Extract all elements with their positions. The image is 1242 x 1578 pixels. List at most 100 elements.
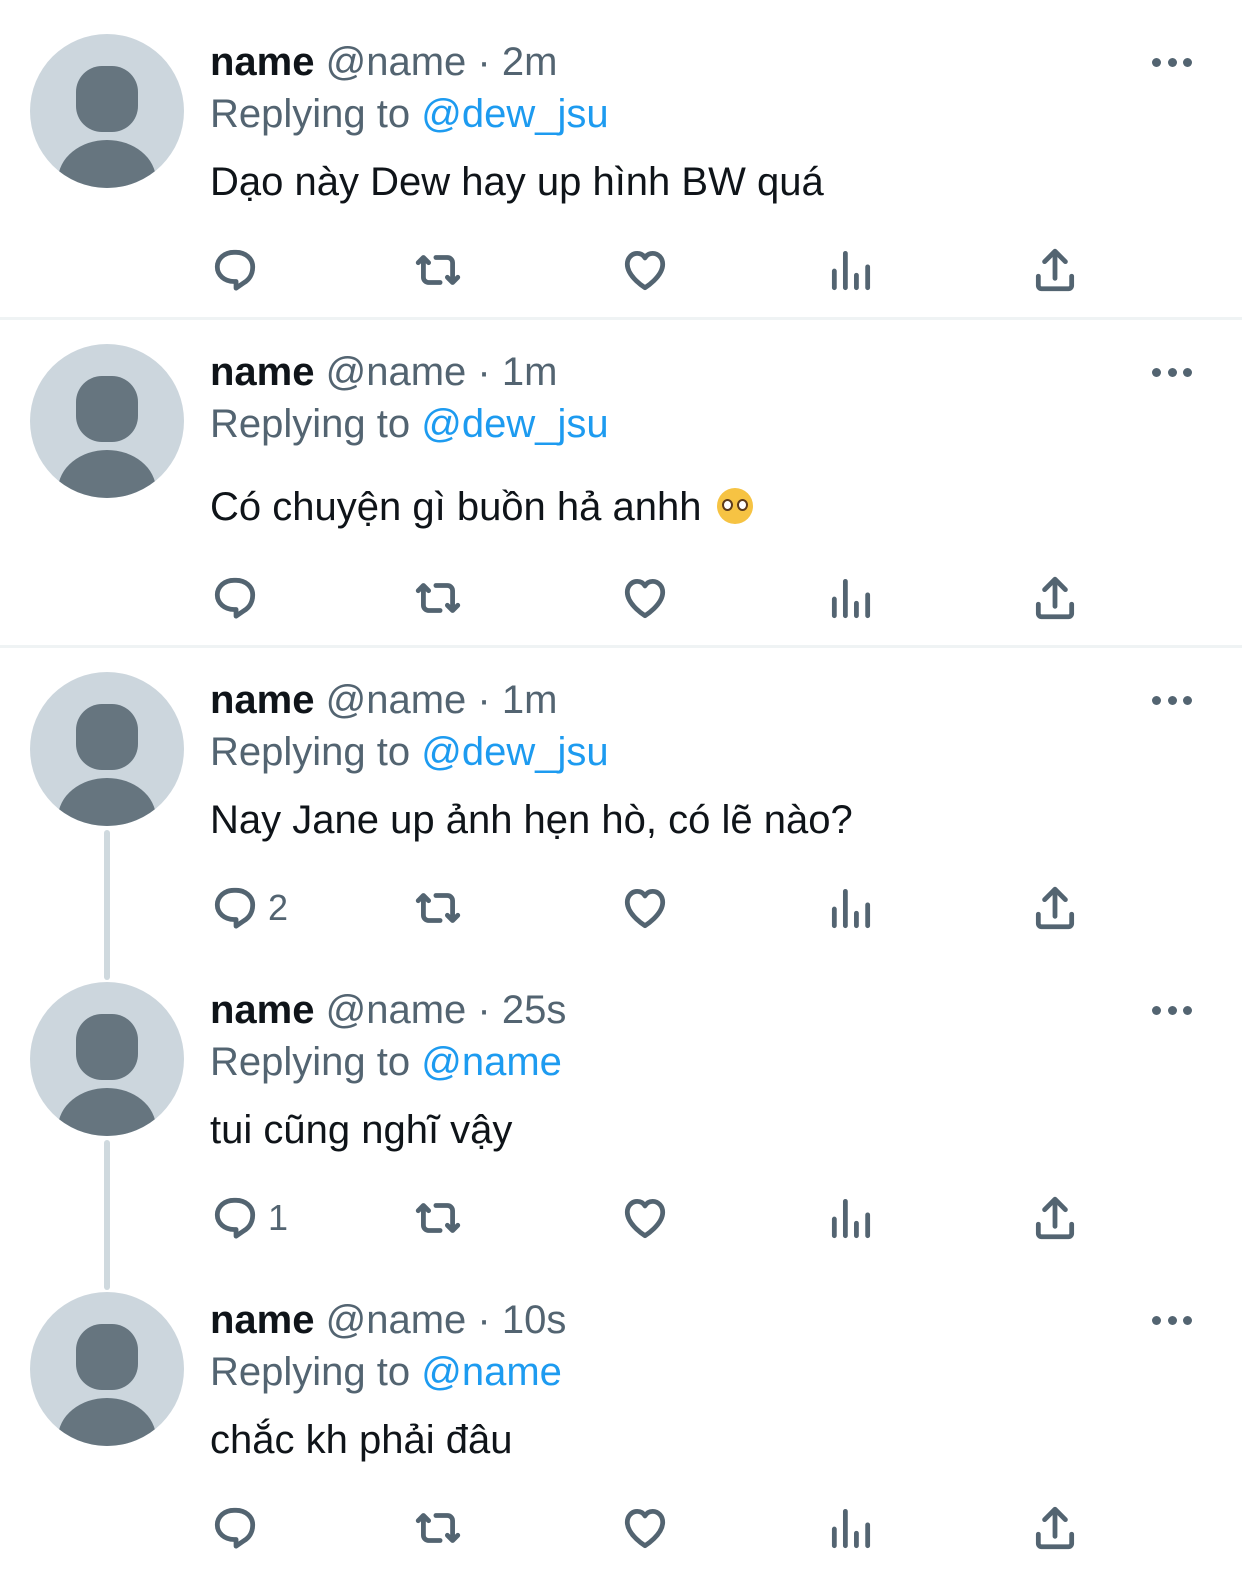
avatar[interactable]	[30, 1292, 184, 1446]
action-bar	[0, 242, 1242, 298]
avatar[interactable]	[30, 34, 184, 188]
reply-button[interactable]	[210, 1500, 268, 1556]
share-icon	[1035, 1506, 1075, 1550]
user-handle[interactable]: @name	[326, 678, 467, 722]
action-bar	[0, 570, 1242, 626]
reply-icon	[214, 577, 256, 619]
tweet-header: name @name · 25s	[210, 986, 566, 1034]
share-button[interactable]	[1030, 1500, 1080, 1556]
display-name[interactable]: name	[210, 1298, 315, 1342]
avatar[interactable]	[30, 672, 184, 826]
separator-dot: ·	[477, 40, 491, 84]
like-button[interactable]	[620, 570, 670, 626]
divider	[0, 317, 1242, 320]
timestamp[interactable]: 10s	[502, 1298, 567, 1342]
views-button[interactable]	[826, 880, 876, 936]
divider	[0, 645, 1242, 648]
tweet-header: name @name · 1m	[210, 676, 557, 724]
share-button[interactable]	[1030, 570, 1080, 626]
reply-button[interactable]	[210, 570, 268, 626]
timestamp[interactable]: 25s	[502, 988, 567, 1032]
more-icon[interactable]	[1152, 1308, 1192, 1332]
replying-to-label: Replying to	[210, 402, 411, 446]
separator-dot: ·	[477, 988, 491, 1032]
reply-count: 2	[268, 887, 289, 928]
heart-icon	[624, 1508, 666, 1549]
like-button[interactable]	[620, 1500, 670, 1556]
replying-to: Replying to @dew_jsu	[210, 400, 609, 448]
retweet-button[interactable]	[413, 1190, 463, 1246]
mention-link[interactable]: @dew_jsu	[421, 402, 608, 446]
reply-button[interactable]: 2	[210, 880, 288, 936]
replying-to: Replying to @name	[210, 1348, 562, 1396]
tweet-text: Có chuyện gì buồn hả anhh	[210, 483, 753, 531]
timestamp[interactable]: 1m	[502, 678, 558, 722]
retweet-button[interactable]	[413, 570, 463, 626]
tweet-text: tui cũng nghĩ vậy	[210, 1108, 513, 1152]
reply-icon	[214, 1507, 256, 1549]
tweet-text: Nay Jane up ảnh hẹn hò, có lẽ nào?	[210, 798, 853, 842]
views-button[interactable]	[826, 570, 876, 626]
like-button[interactable]	[620, 1190, 670, 1246]
retweet-icon	[415, 1513, 461, 1543]
pleading-face-emoji	[716, 488, 753, 524]
retweet-button[interactable]	[413, 1500, 463, 1556]
analytics-icon	[831, 1198, 871, 1239]
heart-icon	[624, 888, 666, 929]
views-button[interactable]	[826, 242, 876, 298]
action-bar	[0, 1500, 1242, 1556]
replying-to-label: Replying to	[210, 1040, 411, 1084]
more-icon[interactable]	[1152, 688, 1192, 712]
display-name[interactable]: name	[210, 678, 315, 722]
display-name[interactable]: name	[210, 350, 315, 394]
more-icon[interactable]	[1152, 50, 1192, 74]
analytics-icon	[831, 578, 871, 619]
more-icon[interactable]	[1152, 998, 1192, 1022]
display-name[interactable]: name	[210, 40, 315, 84]
replying-to-label: Replying to	[210, 730, 411, 774]
share-icon	[1035, 248, 1075, 292]
mention-link[interactable]: @dew_jsu	[421, 730, 608, 774]
avatar[interactable]	[30, 344, 184, 498]
share-icon	[1035, 886, 1075, 930]
tweet-header: name @name · 1m	[210, 348, 557, 396]
retweet-button[interactable]	[413, 242, 463, 298]
views-button[interactable]	[826, 1190, 876, 1246]
display-name[interactable]: name	[210, 988, 315, 1032]
replying-to: Replying to @dew_jsu	[210, 90, 609, 138]
user-handle[interactable]: @name	[326, 988, 467, 1032]
analytics-icon	[831, 250, 871, 291]
replying-to: Replying to @dew_jsu	[210, 728, 609, 776]
user-handle[interactable]: @name	[326, 350, 467, 394]
views-button[interactable]	[826, 1500, 876, 1556]
tweet-text: Dạo này Dew hay up hình BW quá	[210, 160, 824, 204]
reply-button[interactable]: 1	[210, 1190, 288, 1246]
more-icon[interactable]	[1152, 360, 1192, 384]
user-handle[interactable]: @name	[326, 40, 467, 84]
reply-count: 1	[268, 1197, 289, 1238]
like-button[interactable]	[620, 880, 670, 936]
separator-dot: ·	[477, 350, 491, 394]
analytics-icon	[831, 888, 871, 929]
user-handle[interactable]: @name	[326, 1298, 467, 1342]
share-icon	[1035, 576, 1075, 620]
retweet-button[interactable]	[413, 880, 463, 936]
replying-to: Replying to @name	[210, 1038, 562, 1086]
like-button[interactable]	[620, 242, 670, 298]
timestamp[interactable]: 2m	[502, 40, 558, 84]
mention-link[interactable]: @dew_jsu	[421, 92, 608, 136]
heart-icon	[624, 578, 666, 619]
mention-link[interactable]: @name	[421, 1350, 562, 1394]
reply-button[interactable]	[210, 242, 268, 298]
retweet-icon	[415, 893, 461, 923]
timestamp[interactable]: 1m	[502, 350, 558, 394]
share-button[interactable]	[1030, 880, 1080, 936]
tweet-text: chắc kh phải đâu	[210, 1418, 513, 1462]
avatar[interactable]	[30, 982, 184, 1136]
share-button[interactable]	[1030, 1190, 1080, 1246]
share-button[interactable]	[1030, 242, 1080, 298]
tweet-text-content: Có chuyện gì buồn hả anhh	[210, 485, 702, 529]
reply-icon	[214, 887, 256, 929]
reply-icon	[214, 1197, 256, 1239]
mention-link[interactable]: @name	[421, 1040, 562, 1084]
